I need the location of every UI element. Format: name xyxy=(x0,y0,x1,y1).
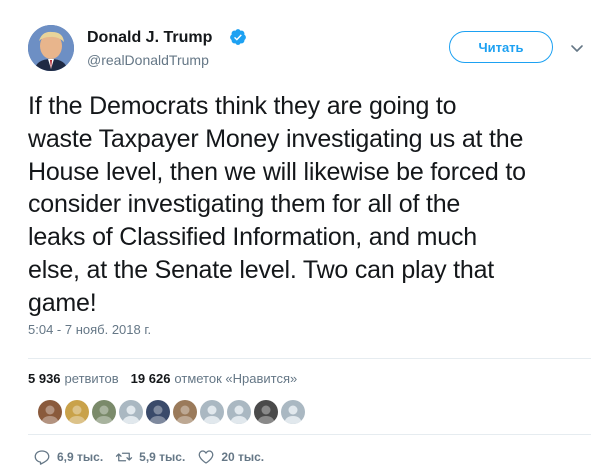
chevron-down-icon[interactable] xyxy=(569,40,585,56)
like-action[interactable]: 20 тыс. xyxy=(197,448,264,466)
retweet-icon xyxy=(116,452,133,462)
liker-avatar-9[interactable] xyxy=(254,400,278,424)
like-count: 20 тыс. xyxy=(221,450,265,464)
likes-count[interactable]: 19 626 xyxy=(131,371,171,386)
user-silhouette-icon xyxy=(257,405,275,424)
retweet-action[interactable]: 5,9 тыс. xyxy=(115,448,185,466)
liker-avatar-6[interactable] xyxy=(173,400,197,424)
reply-count: 6,9 тыс. xyxy=(57,450,104,464)
reply-icon xyxy=(34,450,50,465)
tweet-timestamp[interactable]: 5:04 - 7 нояб. 2018 г. xyxy=(28,322,151,337)
user-silhouette-icon xyxy=(149,405,167,424)
author-handle[interactable]: @realDonaldTrump xyxy=(87,52,209,68)
author-display-name[interactable]: Donald J. Trump xyxy=(87,29,212,47)
heart-icon xyxy=(198,450,214,464)
user-silhouette-icon xyxy=(41,405,59,424)
liker-avatar-3[interactable] xyxy=(92,400,116,424)
liker-avatar-1[interactable] xyxy=(38,400,62,424)
liker-avatar-5[interactable] xyxy=(146,400,170,424)
retweets-count[interactable]: 5 936 xyxy=(28,371,61,386)
liker-avatar-2[interactable] xyxy=(65,400,89,424)
user-silhouette-icon xyxy=(95,405,113,424)
tweet-actions: 6,9 тыс. 5,9 тыс. 20 тыс. xyxy=(33,448,276,466)
user-silhouette-icon xyxy=(284,405,302,424)
engagement-stats: 5 936 ретвитов 19 626 отметок «Нравится» xyxy=(28,371,305,386)
user-silhouette-icon xyxy=(122,405,140,424)
divider-bottom xyxy=(28,434,591,435)
user-silhouette-icon xyxy=(176,405,194,424)
divider-top xyxy=(28,358,591,359)
user-silhouette-icon xyxy=(68,405,86,424)
tweet-card: Donald J. Trump @realDonaldTrump Читать … xyxy=(0,0,613,472)
follow-button[interactable]: Читать xyxy=(449,31,553,63)
tweet-text: If the Democrats think they are going to… xyxy=(28,92,526,317)
liker-avatars xyxy=(38,400,305,424)
retweet-count: 5,9 тыс. xyxy=(139,450,186,464)
reply-action[interactable]: 6,9 тыс. xyxy=(33,448,103,466)
liker-avatar-7[interactable] xyxy=(200,400,224,424)
liker-avatar-4[interactable] xyxy=(119,400,143,424)
user-silhouette-icon xyxy=(203,405,221,424)
verified-badge-icon xyxy=(230,29,246,45)
likes-label[interactable]: отметок «Нравится» xyxy=(174,371,297,386)
liker-avatar-10[interactable] xyxy=(281,400,305,424)
retweets-label[interactable]: ретвитов xyxy=(65,371,119,386)
user-silhouette-icon xyxy=(230,405,248,424)
author-avatar[interactable] xyxy=(28,25,74,71)
liker-avatar-8[interactable] xyxy=(227,400,251,424)
